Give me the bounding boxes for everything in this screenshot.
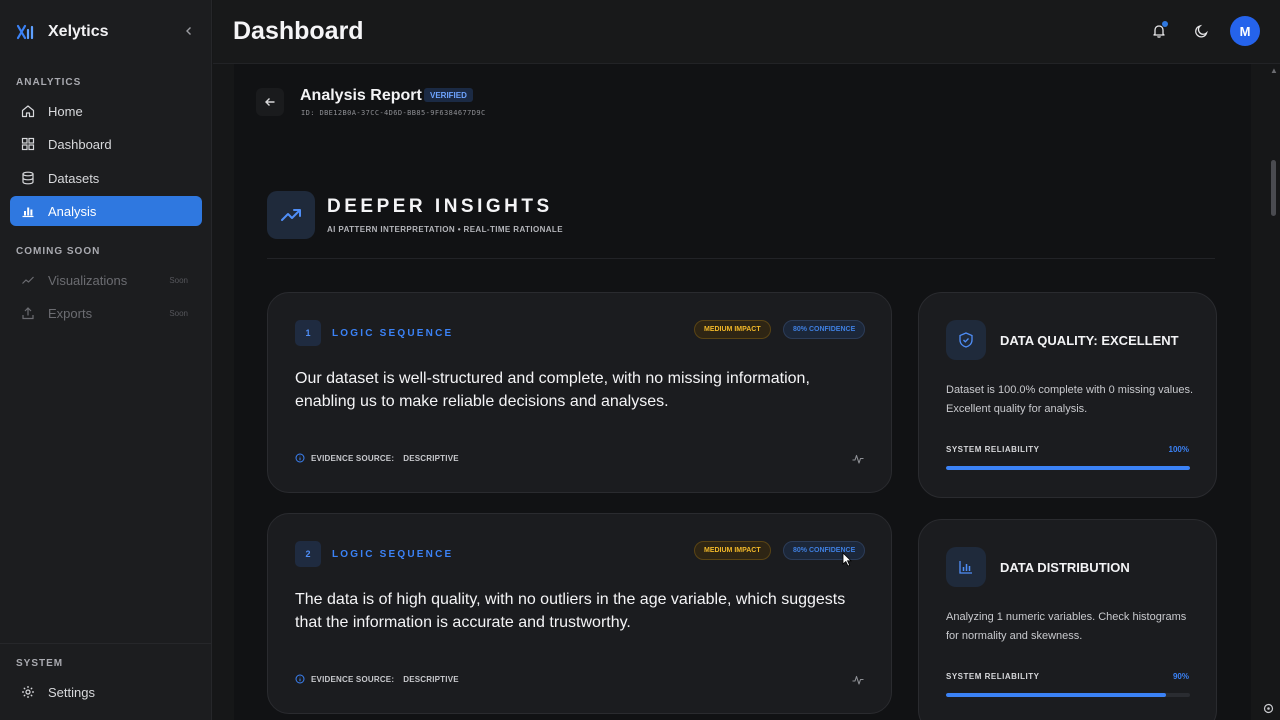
section-divider [267,258,1215,259]
database-icon [20,170,36,186]
sidebar-item-settings[interactable]: Settings [10,677,202,707]
trend-icon [20,272,36,288]
reliability-bar-fill [946,466,1190,470]
reliability-bar-fill [946,693,1166,697]
settings-corner-icon[interactable] [1263,703,1274,714]
data-distribution-card: DATA DISTRIBUTION Analyzing 1 numeric va… [918,519,1217,720]
evidence-source: EVIDENCE SOURCE: DESCRIPTIVE [295,674,459,684]
report-id: ID: DBE12B0A-37CC-4D6D-BB85-9F6384677D9C [301,109,486,117]
side-card-title: DATA DISTRIBUTION [1000,560,1130,575]
notifications-button[interactable] [1148,20,1170,42]
collapse-sidebar-button[interactable] [180,22,198,40]
reliability-label: SYSTEM RELIABILITY [946,445,1040,454]
brand-logo-icon [16,24,34,40]
sidebar-item-exports: Exports Soon [10,298,202,328]
data-quality-card: DATA QUALITY: EXCELLENT Dataset is 100.0… [918,292,1217,498]
reliability-bar [946,466,1190,470]
activity-icon [852,454,864,464]
info-icon [295,453,305,463]
sidebar-item-label: Exports [48,305,93,321]
step-label: LOGIC SEQUENCE [332,549,454,560]
evidence-source: EVIDENCE SOURCE: DESCRIPTIVE [295,453,459,463]
insight-text: Our dataset is well-structured and compl… [295,370,810,410]
gear-icon [20,684,36,700]
avatar[interactable]: M [1230,16,1260,46]
sidebar-divider [0,643,212,644]
confidence-badge: 80% CONFIDENCE [783,320,866,339]
impact-badge: MEDIUM IMPACT [694,541,771,560]
back-button[interactable] [256,88,284,116]
sidebar-item-label: Visualizations [48,272,128,288]
reliability-bar [946,693,1190,697]
sidebar: Xelytics ANALYTICS Home Dashboard Datase… [0,0,212,720]
insights-title: DEEPER INSIGHTS [327,196,553,217]
verified-badge: VERIFIED [424,88,473,102]
sidebar-item-visualizations: Visualizations Soon [10,265,202,295]
sidebar-item-label: Dashboard [48,136,112,152]
reliability-label: SYSTEM RELIABILITY [946,672,1040,681]
upload-icon [20,305,36,321]
insights-subtitle: AI PATTERN INTERPRETATION • REAL-TIME RA… [327,225,563,234]
bar-chart-icon [20,203,36,219]
sidebar-item-dashboard[interactable]: Dashboard [10,129,202,159]
trending-up-icon [267,191,315,239]
chevron-left-icon [186,27,191,35]
theme-toggle-button[interactable] [1191,20,1213,42]
sidebar-item-label: Analysis [48,203,97,219]
sidebar-item-label: Home [48,103,83,119]
evidence-label: EVIDENCE SOURCE: [311,674,395,684]
insight-card[interactable]: 1 LOGIC SEQUENCE MEDIUM IMPACT 80% CONFI… [267,292,892,493]
activity-icon [852,675,864,685]
step-number: 2 [295,541,321,567]
moon-icon [1195,24,1208,38]
arrow-left-icon [265,98,275,106]
evidence-value: DESCRIPTIVE [403,453,459,463]
shield-icon [946,320,986,360]
sidebar-item-label: Datasets [48,170,100,186]
sidebar-item-analysis[interactable]: Analysis [10,196,202,226]
home-icon [20,103,36,119]
insight-card[interactable]: 2 LOGIC SEQUENCE MEDIUM IMPACT 80% CONFI… [267,513,892,714]
sidebar-item-datasets[interactable]: Datasets [10,163,202,193]
evidence-label: EVIDENCE SOURCE: [311,453,395,463]
insight-text: The data is of high quality, with no out… [295,591,846,631]
page-title: Dashboard [233,17,364,45]
sidebar-item-label: Settings [48,684,95,700]
soon-badge: Soon [169,308,188,318]
step-label: LOGIC SEQUENCE [332,328,454,339]
brand[interactable]: Xelytics [16,20,108,44]
soon-badge: Soon [169,275,188,285]
reliability-value: 90% [1172,672,1189,681]
brand-name: Xelytics [48,23,109,40]
mouse-cursor-icon [842,552,852,567]
info-icon [295,674,305,684]
evidence-value: DESCRIPTIVE [403,674,459,684]
scrollbar-thumb[interactable] [1271,160,1276,216]
app-root: Xelytics ANALYTICS Home Dashboard Datase… [0,0,1280,720]
side-card-text: Analyzing 1 numeric variables. Check his… [946,611,1187,642]
top-header: Dashboard M [213,0,1280,64]
sidebar-item-home[interactable]: Home [10,96,202,126]
side-card-text: Dataset is 100.0% complete with 0 missin… [946,384,1194,415]
step-number: 1 [295,320,321,346]
confidence-badge: 80% CONFIDENCE [783,541,866,560]
section-label-analytics: ANALYTICS [16,77,82,88]
section-label-system: SYSTEM [16,658,64,669]
reliability-value: 100% [1168,445,1189,454]
side-card-title: DATA QUALITY: EXCELLENT [1000,333,1179,348]
notification-dot [1162,21,1168,27]
section-label-coming-soon: COMING SOON [16,246,101,257]
scroll-up-arrow[interactable]: ▲ [1270,66,1278,75]
bar-chart-icon [946,547,986,587]
impact-badge: MEDIUM IMPACT [694,320,771,339]
grid-icon [20,136,36,152]
report-title: Analysis Report [300,87,422,104]
